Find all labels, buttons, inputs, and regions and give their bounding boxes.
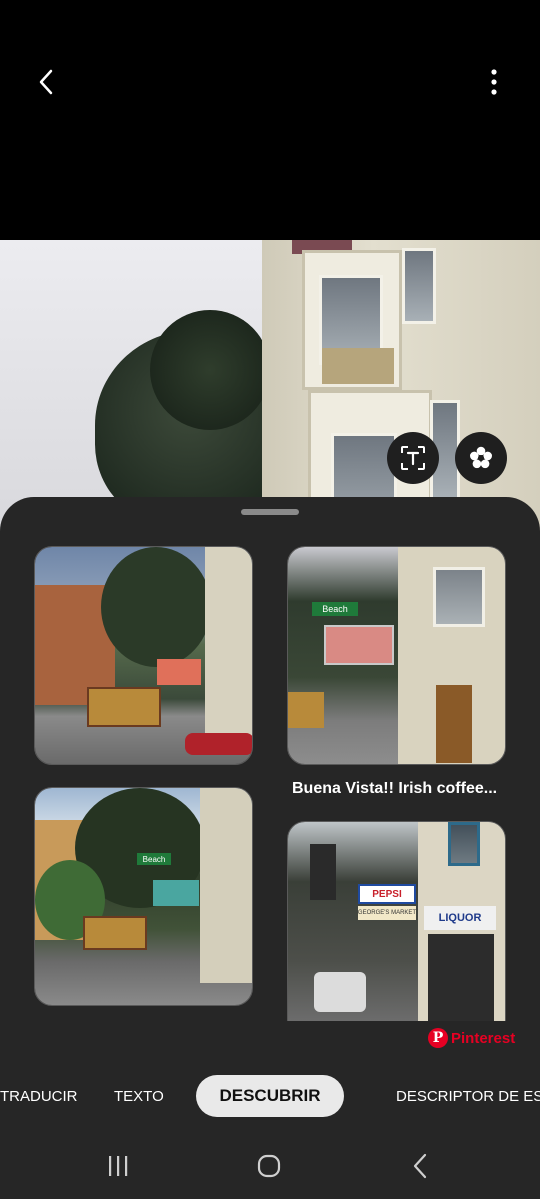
system-nav-bar bbox=[0, 1137, 540, 1199]
result-caption[interactable]: Buena Vista!! Irish coffee... bbox=[292, 780, 512, 798]
pepsi-sign: PEPSI bbox=[358, 884, 416, 904]
source-label: Pinterest bbox=[451, 1029, 516, 1047]
more-vertical-icon bbox=[491, 69, 497, 95]
tab-scene-describer[interactable]: DESCRIPTOR DE ESC bbox=[396, 1088, 540, 1105]
sheet-drag-handle[interactable] bbox=[241, 509, 299, 515]
source-attribution[interactable]: P Pinterest bbox=[428, 1028, 515, 1048]
photo-tree-top bbox=[150, 310, 270, 430]
cable-car bbox=[87, 687, 161, 727]
mode-tabs: TRADUCIR TEXTO DESCUBRIR DESCRIPTOR DE E… bbox=[0, 1057, 540, 1137]
tab-translate[interactable]: TRADUCIR bbox=[0, 1088, 78, 1105]
tab-discover[interactable]: DESCUBRIR bbox=[196, 1075, 344, 1117]
window bbox=[402, 248, 436, 324]
back-button[interactable] bbox=[26, 62, 66, 102]
photo-building bbox=[262, 240, 540, 540]
neon-sign bbox=[324, 625, 394, 665]
window bbox=[433, 567, 485, 627]
store-sign: GEORGE'S MARKET bbox=[358, 906, 416, 920]
top-bar bbox=[0, 0, 540, 240]
result-card[interactable]: Beach bbox=[34, 787, 253, 1006]
building bbox=[205, 547, 252, 747]
nav-back-button[interactable] bbox=[400, 1151, 440, 1181]
text-scan-button[interactable] bbox=[387, 432, 439, 484]
neon-sign bbox=[153, 880, 199, 906]
tree bbox=[101, 547, 211, 667]
result-card[interactable] bbox=[34, 546, 253, 765]
building bbox=[200, 788, 252, 983]
result-card[interactable]: PEPSI GEORGE'S MARKET LIQUOR bbox=[287, 821, 506, 1021]
sign bbox=[157, 659, 201, 685]
door bbox=[436, 685, 472, 763]
back-icon bbox=[413, 1153, 427, 1179]
more-options-button[interactable] bbox=[474, 62, 514, 102]
street-sign: Beach bbox=[312, 602, 358, 616]
window bbox=[448, 822, 480, 866]
tab-text[interactable]: TEXTO bbox=[114, 1088, 164, 1105]
main-photo[interactable] bbox=[0, 240, 540, 540]
street-sign: Beach bbox=[137, 853, 171, 865]
discover-button[interactable] bbox=[455, 432, 507, 484]
van bbox=[314, 972, 366, 1012]
flower-icon bbox=[470, 446, 492, 469]
chevron-left-icon bbox=[39, 69, 53, 95]
banner bbox=[310, 844, 336, 900]
red-car bbox=[185, 733, 252, 755]
liquor-sign: LIQUOR bbox=[424, 906, 496, 930]
result-card[interactable]: Beach bbox=[287, 546, 506, 765]
storefront bbox=[428, 934, 494, 1021]
home-button[interactable] bbox=[249, 1151, 289, 1181]
recent-apps-button[interactable] bbox=[98, 1151, 138, 1181]
cable-car bbox=[288, 692, 324, 728]
text-scan-icon bbox=[401, 446, 425, 470]
recent-apps-icon bbox=[109, 1156, 128, 1176]
home-icon bbox=[257, 1154, 281, 1178]
cable-car bbox=[83, 916, 147, 950]
ornament-panel bbox=[322, 348, 394, 384]
results-sheet: Beach Buena Vista!! Irish coffee... Beac… bbox=[0, 497, 540, 1057]
pinterest-logo-icon: P bbox=[428, 1028, 448, 1048]
